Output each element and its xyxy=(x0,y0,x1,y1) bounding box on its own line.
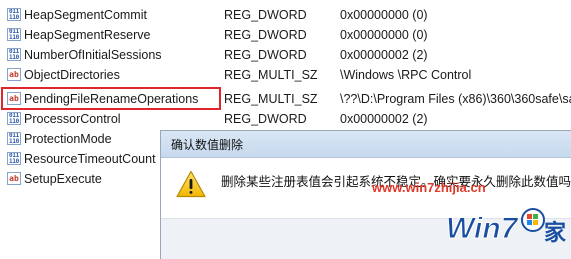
value-type: REG_DWORD xyxy=(224,28,307,42)
windows-flag-icon xyxy=(521,208,545,232)
string-value-icon: ab xyxy=(7,172,21,185)
value-name: ObjectDirectories xyxy=(24,68,120,82)
binary-value-icon: 011 110 xyxy=(7,112,21,125)
dialog-titlebar[interactable]: 确认数值删除 xyxy=(161,131,571,158)
string-value-icon: ab xyxy=(7,68,21,81)
value-name: NumberOfInitialSessions xyxy=(24,48,162,62)
binary-value-icon: 011 110 xyxy=(7,132,21,145)
registry-row[interactable]: ab ObjectDirectories REG_MULTI_SZ \Windo… xyxy=(0,65,571,85)
value-name: ResourceTimeoutCount xyxy=(24,152,156,166)
binary-value-icon: 011 110 xyxy=(7,152,21,165)
win7-logo: Win7 家 xyxy=(446,208,567,246)
value-data: \Windows \RPC Control xyxy=(340,68,472,82)
logo-text-win7: Win7 xyxy=(446,212,519,245)
value-name: ProtectionMode xyxy=(24,132,112,146)
screenshot: 011 110 HeapSegmentCommit REG_DWORD 0x000… xyxy=(0,0,571,259)
value-type: REG_DWORD xyxy=(224,48,307,62)
binary-value-icon: 011 110 xyxy=(7,28,21,41)
logo-text-jia: 家 xyxy=(544,220,567,246)
value-data: 0x00000000 (0) xyxy=(340,28,428,42)
value-name: HeapSegmentCommit xyxy=(24,8,147,22)
binary-value-icon: 011 110 xyxy=(7,8,21,21)
value-data: 0x00000002 (2) xyxy=(340,112,428,126)
value-type: REG_DWORD xyxy=(224,8,307,22)
binary-value-icon: 011 110 xyxy=(7,48,21,61)
value-name: ProcessorControl xyxy=(24,112,121,126)
warning-icon xyxy=(176,170,206,198)
watermark-url: www.win7zhijia.cn xyxy=(372,180,486,195)
registry-row[interactable]: 011 110 HeapSegmentCommit REG_DWORD 0x000… xyxy=(0,5,571,25)
value-type: REG_DWORD xyxy=(224,112,307,126)
registry-row[interactable]: 011 110 NumberOfInitialSessions REG_DWORD… xyxy=(0,45,571,65)
value-data: 0x00000000 (0) xyxy=(340,8,428,22)
registry-row[interactable]: 011 110 ProcessorControl REG_DWORD 0x0000… xyxy=(0,109,571,129)
value-data: 0x00000002 (2) xyxy=(340,48,428,62)
value-type: REG_MULTI_SZ xyxy=(224,68,318,82)
dialog-title: 确认数值删除 xyxy=(171,138,244,152)
value-name: HeapSegmentReserve xyxy=(24,28,151,42)
value-data: \??\D:\Program Files (x86)\360\360safe\s… xyxy=(340,92,571,106)
selection-highlight-box xyxy=(1,87,221,110)
registry-row[interactable]: 011 110 HeapSegmentReserve REG_DWORD 0x00… xyxy=(0,25,571,45)
value-type: REG_MULTI_SZ xyxy=(224,92,318,106)
value-name: SetupExecute xyxy=(24,172,102,186)
